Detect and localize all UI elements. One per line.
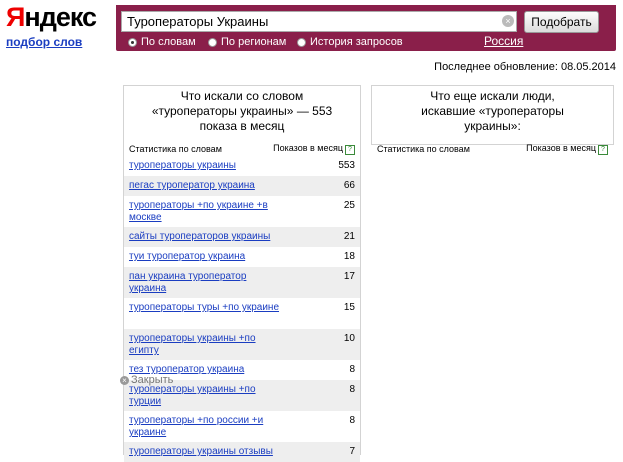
phrase-link[interactable]: туроператоры украины отзывы xyxy=(129,446,279,462)
phrase-count: 553 xyxy=(338,160,355,171)
right-results-panel: Что еще искали люди, искавшие «туроперат… xyxy=(371,85,614,155)
mode-by-regions[interactable]: По регионам xyxy=(208,36,286,48)
table-row: туроператоры украины 553 xyxy=(124,156,360,176)
table-header: Статистика по словам Показов в месяц? xyxy=(124,142,360,156)
search-bar: Туроператоры Украины × Подобрать По слов… xyxy=(116,5,616,51)
table-row: пегас туроператор украина 66 xyxy=(124,176,360,196)
panel-title: Что еще искали люди, искавшие «туроперат… xyxy=(421,89,564,133)
phrase-count: 66 xyxy=(343,180,355,191)
panel-title: Что искали со словом «туроператоры украи… xyxy=(151,89,333,133)
phrase-link[interactable]: туроператоры украины xyxy=(129,160,279,176)
radio-icon xyxy=(297,37,306,47)
phrase-link[interactable]: туроператоры украины +по турции xyxy=(129,384,279,411)
phrase-count: 21 xyxy=(343,231,355,242)
radio-icon xyxy=(208,37,217,47)
phrase-count: 8 xyxy=(349,384,355,395)
phrase-count: 18 xyxy=(343,251,355,262)
phrase-link[interactable]: пан украина туроператор украина xyxy=(129,271,279,298)
close-icon: × xyxy=(120,376,129,385)
service-link[interactable]: подбор слов xyxy=(6,35,82,49)
mode-by-words[interactable]: По словам xyxy=(128,36,196,48)
region-link[interactable]: Россия xyxy=(484,34,523,48)
help-icon[interactable]: ? xyxy=(345,145,355,155)
mode-label: История запросов xyxy=(310,36,403,48)
close-label: Закрыть xyxy=(131,374,174,386)
table-row: туроператоры +по россии +и украине 8 xyxy=(124,411,360,442)
phrase-count: 8 xyxy=(349,364,355,375)
table-row: пан украина туроператор украина 17 xyxy=(124,267,360,298)
last-updated: Последнее обновление: 08.05.2014 xyxy=(434,61,616,73)
table-row: туроператоры туры +по украине 15 xyxy=(124,298,360,329)
table-row: сайты туроператоров украины 21 xyxy=(124,227,360,247)
phrase-link[interactable]: туроператоры +по россии +и украине xyxy=(129,415,279,442)
phrase-link[interactable]: туи туроператор украина xyxy=(129,251,279,267)
results-list: туроператоры украины 553 пегас туроператор… xyxy=(124,156,360,462)
table-row: туроператоры украины отзывы 7 xyxy=(124,442,360,462)
submit-button[interactable]: Подобрать xyxy=(524,11,599,33)
table-row: туроператоры +по украине +в москве 25 xyxy=(124,196,360,227)
close-hint[interactable]: × Закрыть xyxy=(120,374,173,386)
phrase-link[interactable]: туроператоры +по украине +в москве xyxy=(129,200,279,227)
col-count-header: Показов в месяц? xyxy=(526,143,608,155)
phrase-count: 7 xyxy=(349,446,355,457)
logo-first-letter: Я xyxy=(6,2,25,32)
col-count-header: Показов в месяц? xyxy=(273,143,355,155)
yandex-logo[interactable]: Яндекс xyxy=(6,2,97,32)
phrase-link[interactable]: пегас туроператор украина xyxy=(129,180,279,196)
col-phrase-header: Статистика по словам xyxy=(377,144,470,154)
logo-rest: ндекс xyxy=(24,2,97,32)
search-input[interactable]: Туроператоры Украины xyxy=(121,11,517,32)
phrase-count: 15 xyxy=(343,302,355,313)
table-row: туи туроператор украина 18 xyxy=(124,247,360,267)
phrase-link[interactable]: туроператоры украины +по египту xyxy=(129,333,279,360)
radio-icon xyxy=(128,37,137,47)
col-count-label: Показов в месяц xyxy=(526,143,596,153)
mode-label: По словам xyxy=(141,36,196,48)
phrase-link[interactable]: сайты туроператоров украины xyxy=(129,231,279,247)
clear-icon[interactable]: × xyxy=(502,15,514,27)
col-phrase-header: Статистика по словам xyxy=(129,144,222,154)
phrase-count: 8 xyxy=(349,415,355,426)
col-count-label: Показов в месяц xyxy=(273,143,343,153)
mode-history[interactable]: История запросов xyxy=(297,36,403,48)
left-results-panel: Что искали со словом «туроператоры украи… xyxy=(123,85,361,462)
help-icon[interactable]: ? xyxy=(598,145,608,155)
phrase-count: 10 xyxy=(343,333,355,344)
mode-label: По регионам xyxy=(221,36,287,48)
phrase-count: 17 xyxy=(343,271,355,282)
table-header: Статистика по словам Показов в месяц? xyxy=(372,142,613,156)
table-row: туроператоры украины +по египту 10 xyxy=(124,329,360,360)
phrase-count: 25 xyxy=(343,200,355,211)
phrase-link[interactable]: туроператоры туры +по украине xyxy=(129,302,279,329)
